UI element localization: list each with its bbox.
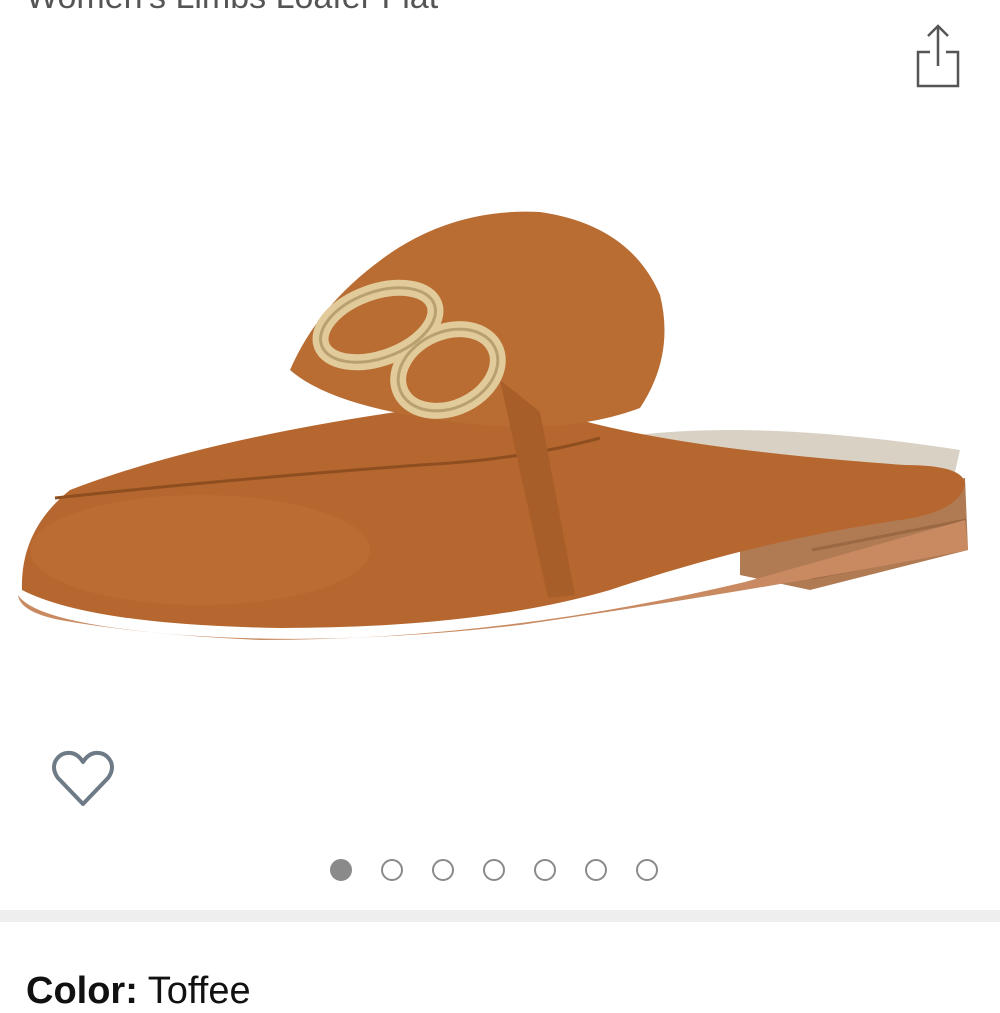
carousel-dot-7[interactable] <box>636 859 658 881</box>
add-to-wishlist-button[interactable] <box>50 748 116 810</box>
carousel-dot-6[interactable] <box>585 859 607 881</box>
share-icon <box>916 24 960 88</box>
carousel-dot-4[interactable] <box>483 859 505 881</box>
color-value: Toffee <box>147 970 251 1012</box>
loafer-illustration <box>18 211 968 640</box>
carousel-dot-1[interactable] <box>330 859 352 881</box>
carousel-dot-3[interactable] <box>432 859 454 881</box>
product-image[interactable] <box>0 120 1000 700</box>
color-label: Color: <box>26 970 138 1012</box>
heart-outline-icon <box>52 750 114 806</box>
product-title: Women's Limbs Loafer Flat <box>26 0 438 17</box>
carousel-dot-5[interactable] <box>534 859 556 881</box>
share-button[interactable] <box>908 22 968 94</box>
color-selection: Color: Toffee <box>26 970 251 1013</box>
carousel-dot-2[interactable] <box>381 859 403 881</box>
section-divider <box>0 910 1000 922</box>
image-carousel-indicator <box>0 857 1000 885</box>
